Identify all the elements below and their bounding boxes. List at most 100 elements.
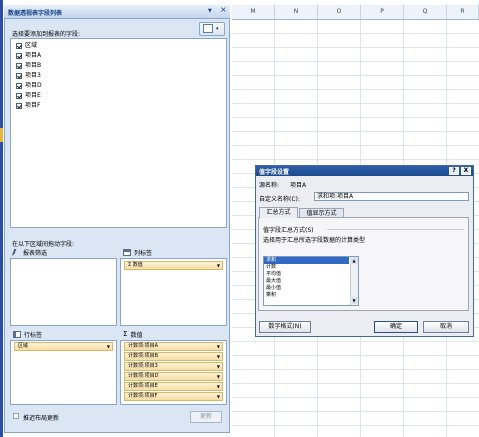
value-field-chip-label: 计数项:项目F [128,393,158,399]
chevron-down-icon[interactable]: ▼ [217,353,220,360]
field-item[interactable]: 项目F [16,102,40,110]
row-labels-header: 行标签 [13,329,42,339]
field-item[interactable]: 项目A [16,52,41,60]
tab-summarize-by[interactable]: 汇总方式 [259,207,298,218]
value-field-chip-label: 计数项:项目E [128,383,158,389]
close-icon[interactable]: X [461,167,471,175]
chevron-down-icon[interactable]: ▾ [216,26,219,32]
function-option[interactable]: 乘积 [264,292,349,299]
column-labels-header: 列标签 [123,247,152,257]
column-header[interactable]: M [232,5,275,19]
custom-name-input[interactable]: 求和项:项目A [314,192,469,201]
function-option[interactable]: 计数 [264,264,349,271]
row-field-chip[interactable]: 区域 ▼ [14,342,113,351]
column-header[interactable]: O [318,5,361,19]
field-checkbox[interactable] [16,93,22,99]
group-divider [327,229,464,230]
value-field-chip-label: 计数项:项目A [128,343,159,349]
column-header[interactable]: Q [404,5,447,19]
custom-name-label: 自定义名称(C): [259,196,300,203]
choose-fields-label: 选择要添加到报表的字段: [12,31,81,38]
sigma-icon: Σ [123,330,128,338]
summarize-by-heading: 值字段汇总方式(S) [263,227,314,234]
row-field-chip-label: 区域 [18,343,29,349]
field-item[interactable]: 项目3 [16,72,41,80]
number-format-button[interactable]: 数字格式(N) [259,321,311,333]
ok-button[interactable]: 确定 [374,321,418,333]
scroll-up-icon[interactable]: ▲ [350,257,358,264]
active-cell-marker [0,128,3,142]
field-label: 项目F [25,102,41,109]
defer-update-label: 推迟布局更新 [23,415,60,422]
value-field-chip[interactable]: 计数项:项目F ▼ [124,392,223,401]
column-labels-label: 列标签 [134,249,153,257]
field-checkbox[interactable] [16,53,22,59]
field-label: 项目E [25,92,41,99]
report-filter-zone[interactable] [10,258,117,326]
chevron-down-icon[interactable]: ▼ [107,343,110,350]
value-field-chip[interactable]: 计数项:项目E ▼ [124,382,223,391]
defer-update-checkbox[interactable] [13,413,19,419]
pane-menu-arrow-icon[interactable]: ▼ [208,8,212,14]
function-option-selected[interactable]: 求和 [264,257,349,264]
chevron-down-icon[interactable]: ▼ [217,373,220,380]
cancel-button[interactable]: 取消 [423,321,469,333]
report-filter-label: 报表筛选 [23,249,48,257]
field-item[interactable]: 区域 [16,42,37,50]
column-header[interactable]: P [361,5,404,19]
help-icon[interactable]: ? [449,167,459,175]
field-list-box [10,38,227,228]
field-label: 项目3 [25,72,41,79]
column-header[interactable]: R [447,5,479,19]
field-item[interactable]: 项目E [16,92,41,100]
column-labels-icon [123,248,131,256]
pane-title: 数据透视表字段列表 [8,10,63,17]
field-label: 项目B [25,62,42,69]
column-headers: M N O P Q R [232,5,479,20]
source-name-label: 源名称: [259,182,280,189]
field-checkbox[interactable] [16,103,22,109]
chevron-down-icon[interactable]: ▼ [217,393,220,400]
function-option[interactable]: 平均值 [264,271,349,278]
field-checkbox[interactable] [16,73,22,79]
chevron-down-icon[interactable]: ▼ [217,363,220,370]
value-field-chip[interactable]: 计数项:项目B ▼ [124,352,223,361]
update-button[interactable]: 更新 [190,411,222,423]
field-item[interactable]: 项目D [16,82,42,90]
report-filter-header: 报表筛选 [11,247,48,257]
column-header[interactable]: N [275,5,318,19]
filter-icon [11,248,22,256]
chevron-down-icon[interactable]: ▼ [217,383,220,390]
chevron-down-icon[interactable]: ▼ [217,262,220,269]
row-labels-label: 行标签 [24,331,43,339]
field-label: 项目A [25,52,42,59]
column-field-chip[interactable]: Σ 数值 ▼ [124,261,223,270]
source-name-value: 项目A [290,182,307,189]
field-item[interactable]: 项目B [16,62,41,70]
column-field-chip-label: Σ 数值 [128,262,143,268]
values-label: 数值 [130,331,143,339]
value-field-chip[interactable]: 计数项:项目3 ▼ [124,362,223,371]
scroll-down-icon[interactable]: ▼ [350,297,358,304]
function-option[interactable]: 最大值 [264,278,349,285]
field-checkbox[interactable] [16,83,22,89]
field-layout-icon [203,24,213,33]
field-checkbox[interactable] [16,63,22,69]
tab-show-values-as[interactable]: 值显示方式 [299,208,344,218]
field-label: 项目D [25,82,42,89]
function-option[interactable]: 最小值 [264,285,349,292]
value-field-chip-label: 计数项:项目B [128,353,159,359]
value-field-chip-label: 计数项:项目3 [128,363,158,369]
row-labels-icon [13,330,21,338]
value-field-chip-label: 计数项:项目D [128,373,159,379]
values-header: Σ 数值 [123,329,142,339]
dialog-title: 值字段设置 [259,169,290,176]
field-label: 区域 [25,42,38,49]
calculation-type-label: 选择用于汇总所选字段数据的计算类型 [263,237,366,244]
field-checkbox[interactable] [16,43,22,49]
value-field-chip[interactable]: 计数项:项目D ▼ [124,372,223,381]
chevron-down-icon[interactable]: ▼ [217,343,220,350]
pane-close-icon[interactable]: × [220,6,227,14]
row-header-strip [0,0,3,437]
value-field-chip[interactable]: 计数项:项目A ▼ [124,342,223,351]
